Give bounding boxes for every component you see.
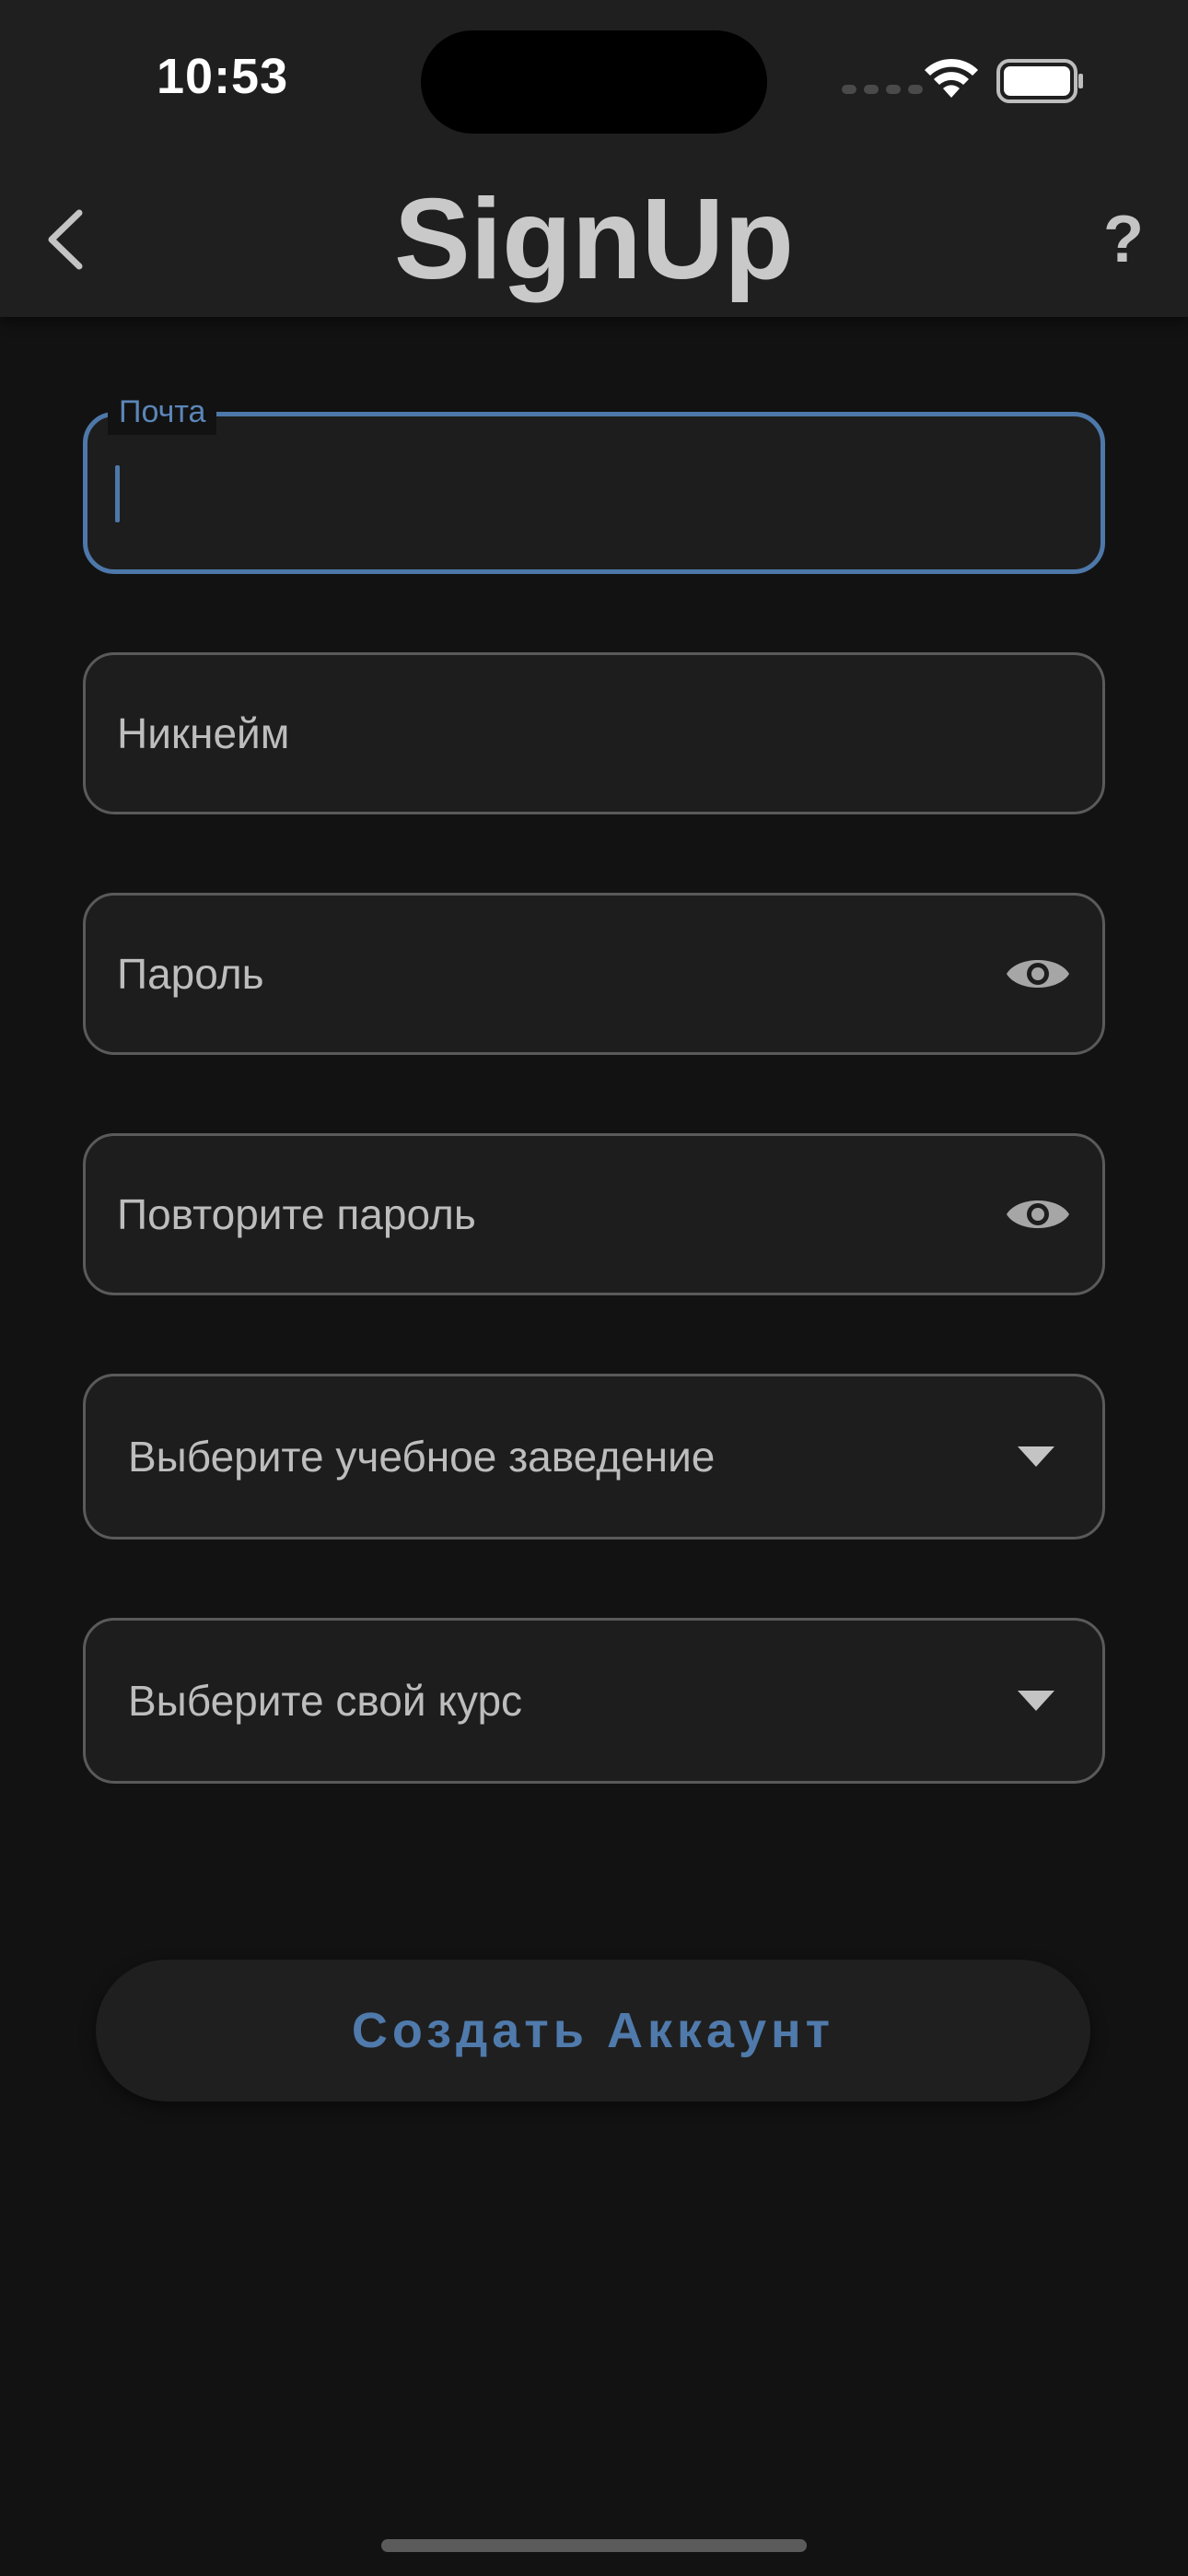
cellular-signal-icon (842, 85, 923, 94)
password-field[interactable]: Пароль (83, 893, 1105, 1055)
eye-icon[interactable] (1005, 1192, 1071, 1236)
repeat-password-placeholder: Повторите пароль (117, 1190, 476, 1238)
course-dropdown[interactable]: Выберите свой курс (83, 1618, 1105, 1784)
home-indicator[interactable] (381, 2539, 807, 2552)
nickname-placeholder: Никнейм (117, 709, 290, 757)
status-time: 10:53 (157, 49, 289, 104)
institution-placeholder: Выберите учебное заведение (128, 1433, 716, 1481)
create-account-button[interactable]: Создать Аккаунт (96, 1960, 1090, 2102)
dropdown-arrow-icon (1018, 1446, 1054, 1467)
password-placeholder: Пароль (117, 950, 264, 998)
repeat-password-field[interactable]: Повторите пароль (83, 1133, 1105, 1295)
nickname-field[interactable]: Никнейм (83, 652, 1105, 814)
eye-icon[interactable] (1005, 952, 1071, 996)
page-title: SignUp (394, 176, 794, 303)
course-placeholder: Выберите свой курс (128, 1677, 523, 1725)
email-field[interactable]: Почта (83, 389, 1105, 574)
app-bar: 10:53 SignUp ? (0, 0, 1188, 317)
institution-dropdown[interactable]: Выберите учебное заведение (83, 1374, 1105, 1540)
wifi-icon (925, 58, 978, 98)
battery-icon (996, 59, 1083, 103)
help-button[interactable]: ? (1087, 198, 1160, 281)
signup-screen: 10:53 SignUp ? Почта Никнейм Пароль Повт… (0, 0, 1188, 2576)
email-field-label: Почта (108, 389, 217, 435)
dynamic-island (421, 30, 767, 134)
dropdown-arrow-icon (1018, 1691, 1054, 1711)
text-cursor (115, 465, 120, 522)
